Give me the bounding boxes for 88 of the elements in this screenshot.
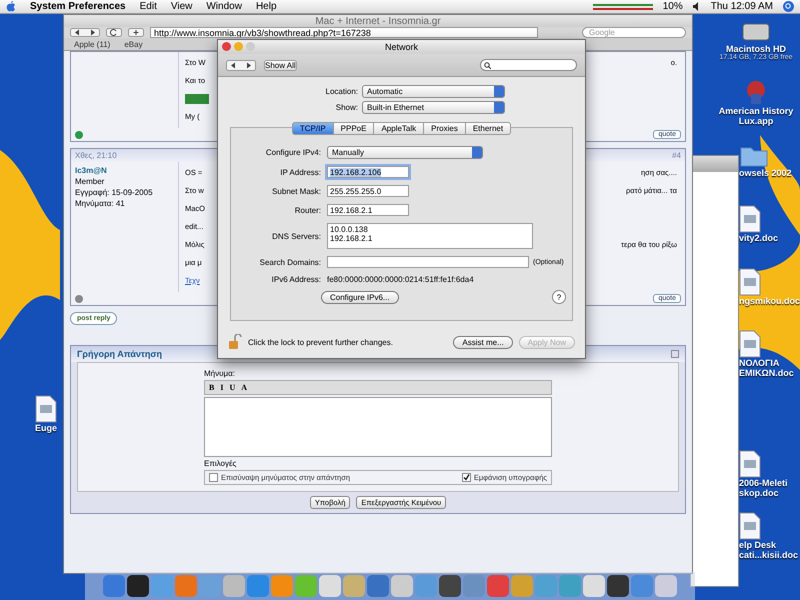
lock-message: Click the lock to prevent further changes. bbox=[248, 338, 393, 346]
post-date: Χθες, 21:10 bbox=[75, 151, 117, 160]
desktop-icon-label[interactable]: vity2.doc bbox=[739, 233, 778, 244]
offline-status-icon bbox=[75, 294, 83, 302]
bookmark-link[interactable]: Apple (11) bbox=[74, 40, 110, 48]
document-icon[interactable] bbox=[35, 395, 57, 423]
address-field[interactable]: http://www.insomnia.gr/vb3/showthread.php?t=167238 bbox=[150, 27, 538, 38]
add-bookmark-button[interactable] bbox=[128, 28, 144, 37]
search-icon bbox=[484, 62, 491, 68]
desktop-icon-label[interactable]: ΝΟΛΟΓΙΑ ΕΜΙΚΩΝ.doc bbox=[739, 358, 800, 379]
format-button[interactable]: B bbox=[209, 383, 214, 392]
back-forward-button[interactable] bbox=[226, 60, 256, 70]
document-icon[interactable] bbox=[739, 268, 761, 296]
ipv6-address: fe80:0000:0000:0000:0214:51ff:fe1f:6da4 bbox=[327, 275, 475, 284]
menu-clock[interactable]: Thu 12:09 AM bbox=[710, 1, 773, 12]
tab[interactable]: Proxies bbox=[424, 122, 466, 135]
minimize-icon[interactable] bbox=[234, 42, 243, 51]
checkbox[interactable] bbox=[209, 473, 218, 482]
tab[interactable]: Ethernet bbox=[466, 122, 512, 135]
text-field[interactable]: 192.168.2.1 bbox=[327, 204, 409, 216]
image-placeholder bbox=[185, 94, 209, 104]
desktop-icon-label[interactable]: elp Desk cati...kisii.doc bbox=[739, 540, 800, 561]
username-link[interactable]: Ic3m@N bbox=[75, 166, 174, 175]
search-field[interactable] bbox=[480, 59, 577, 71]
format-button[interactable]: U bbox=[229, 383, 236, 392]
search-domains-field[interactable] bbox=[327, 256, 529, 268]
desktop-icon-label[interactable]: 2006-Meleti skop.doc bbox=[739, 478, 800, 499]
window-title: Mac + Internet - Insomnia.gr bbox=[64, 15, 692, 27]
close-icon[interactable] bbox=[222, 42, 231, 51]
configure-dropdown[interactable]: Manually bbox=[327, 146, 483, 159]
dock-app-icon[interactable] bbox=[607, 575, 629, 597]
field-label: Μήνυμα: bbox=[204, 369, 236, 378]
user-rank: Member bbox=[75, 177, 106, 186]
menu-item[interactable]: Edit bbox=[140, 1, 157, 12]
field-label: Location: bbox=[324, 87, 358, 96]
document-icon[interactable] bbox=[739, 450, 761, 478]
search-icon[interactable] bbox=[783, 1, 794, 12]
text-field[interactable]: 192.168.2.106 bbox=[327, 166, 409, 178]
field-label: IP Address: bbox=[279, 168, 321, 176]
location-dropdown[interactable]: Automatic bbox=[362, 85, 505, 98]
volume-icon[interactable] bbox=[692, 2, 701, 11]
desktop-icon-label[interactable]: American History Lux.app bbox=[712, 106, 800, 127]
checkbox[interactable] bbox=[462, 473, 471, 482]
menu-item[interactable]: View bbox=[170, 1, 192, 12]
help-button[interactable]: ? bbox=[552, 290, 566, 304]
options-label: Επιλογές bbox=[204, 459, 238, 468]
online-status-icon bbox=[75, 130, 83, 138]
field-label: Configure IPv4: bbox=[264, 148, 321, 157]
window-title: Network bbox=[384, 42, 418, 52]
tab[interactable]: AppleTalk bbox=[374, 122, 424, 135]
tab[interactable]: TCP/IP bbox=[292, 122, 334, 135]
back-forward-button[interactable] bbox=[70, 28, 100, 37]
desktop-icon-label[interactable]: Euge bbox=[35, 423, 58, 433]
show-all-button[interactable]: Show All bbox=[264, 60, 297, 70]
interface-dropdown[interactable]: Built-in Ethernet bbox=[362, 101, 505, 114]
configure-ipv6-button[interactable]: Configure IPv6... bbox=[321, 290, 399, 304]
field-label: Search Domains: bbox=[258, 258, 321, 266]
field-label: Router: bbox=[294, 206, 321, 214]
desktop-icon-label[interactable]: Macintosh HD bbox=[726, 44, 786, 54]
collapse-icon[interactable] bbox=[671, 350, 679, 358]
reload-button[interactable] bbox=[106, 28, 122, 37]
post-count: Μηνύματα: 41 bbox=[75, 199, 126, 208]
menu-item[interactable]: System Preferences bbox=[30, 1, 126, 12]
dock-app-icon[interactable] bbox=[439, 575, 461, 597]
document-icon[interactable] bbox=[739, 512, 761, 540]
text-field[interactable]: 255.255.255.0 bbox=[327, 185, 409, 197]
tab[interactable]: PPPoE bbox=[334, 122, 374, 135]
field-label: DNS Servers: bbox=[271, 232, 321, 240]
assist-button[interactable]: Assist me... bbox=[453, 336, 513, 348]
format-button[interactable]: A bbox=[241, 383, 248, 392]
message-input-field[interactable] bbox=[204, 397, 552, 457]
panel-title: Γρήγορη Απάντηση bbox=[77, 349, 162, 359]
dns-servers-field[interactable]: 10.0.0.138 192.168.2.1 bbox=[327, 223, 533, 249]
menu-item[interactable]: Help bbox=[256, 1, 277, 12]
lock-icon[interactable] bbox=[228, 334, 242, 350]
document-icon[interactable] bbox=[739, 330, 761, 358]
document-icon[interactable] bbox=[739, 205, 761, 233]
field-label: IPv6 Address: bbox=[270, 275, 321, 284]
network-meter-icon[interactable] bbox=[592, 2, 653, 12]
join-date: Εγγραφή: 15-09-2005 bbox=[75, 188, 154, 197]
field-label: Subnet Mask: bbox=[271, 186, 321, 196]
bookmark-link[interactable]: eBay bbox=[124, 40, 143, 48]
menu-item[interactable]: Window bbox=[206, 1, 242, 12]
dock-app-icon[interactable] bbox=[127, 575, 149, 597]
format-button[interactable]: I bbox=[220, 383, 224, 392]
field-label: Show: bbox=[334, 103, 358, 112]
battery-percentage[interactable]: 10% bbox=[662, 1, 683, 12]
apple-logo-icon[interactable] bbox=[6, 1, 16, 12]
